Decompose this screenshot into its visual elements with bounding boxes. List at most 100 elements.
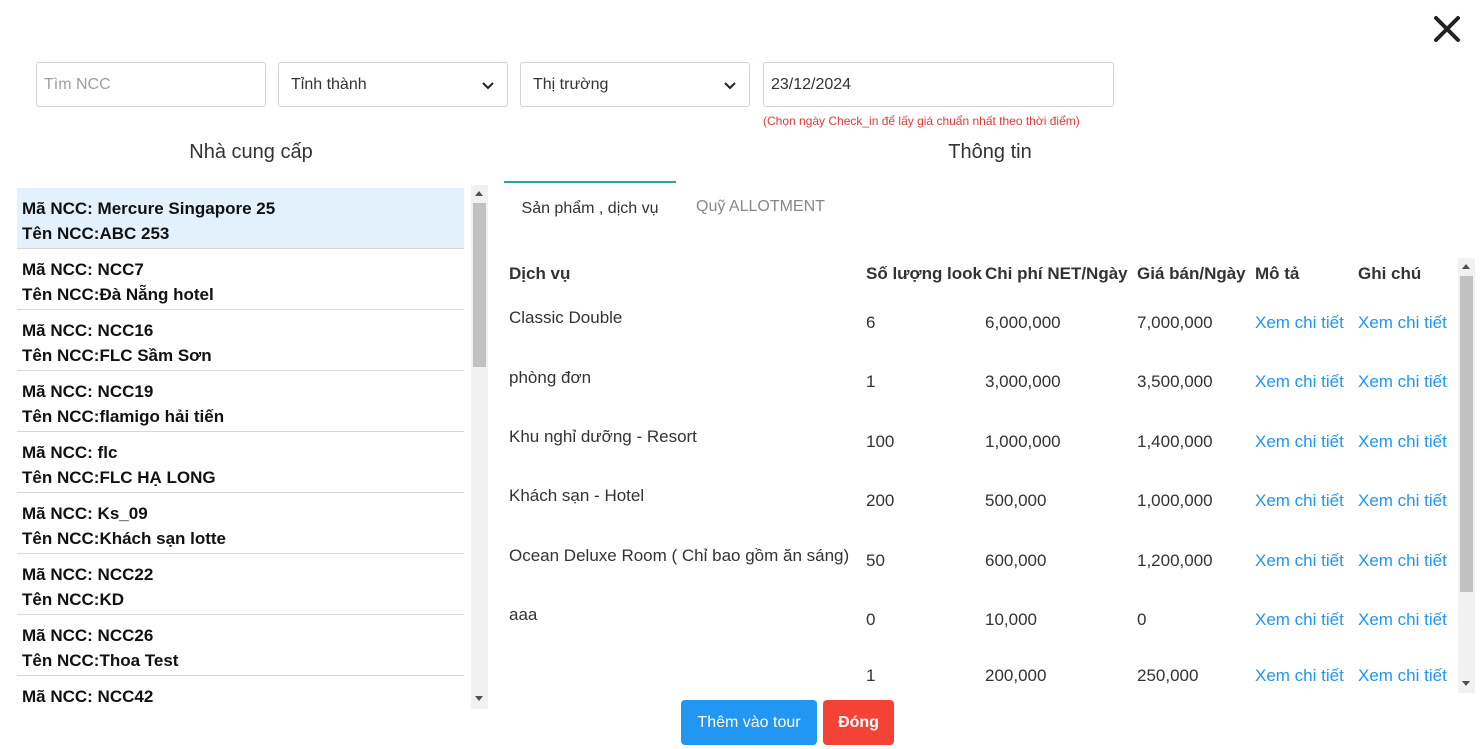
scroll-up-icon[interactable]: [475, 191, 483, 196]
cell-sell-price: 250,000: [1137, 666, 1199, 685]
view-description-link[interactable]: Xem chi tiết: [1255, 666, 1344, 686]
cell-service: Classic Double: [509, 308, 623, 327]
supplier-code: Mã NCC: NCC42: [22, 687, 154, 706]
cell-sell-price: 1,400,000: [1137, 432, 1213, 451]
cell-service: aaa: [509, 605, 538, 624]
view-note-link[interactable]: Xem chi tiết: [1358, 313, 1447, 333]
cell-service: Khu nghỉ dưỡng - Resort: [509, 427, 697, 446]
cell-sell-price: 3,500,000: [1137, 372, 1213, 391]
province-select-value: Tỉnh thành: [291, 75, 367, 93]
scroll-thumb[interactable]: [1460, 276, 1473, 592]
cell-net-cost: 3,000,000: [985, 372, 1061, 391]
date-hint: (Chọn ngày Check_in để lấy giá chuẩn nhấ…: [763, 114, 1080, 128]
view-description-link[interactable]: Xem chi tiết: [1255, 610, 1344, 630]
supplier-code: Mã NCC: NCC22: [22, 565, 154, 584]
cell-net-cost: 10,000: [985, 610, 1037, 629]
cell-net-cost: 200,000: [985, 666, 1047, 685]
close-icon[interactable]: [1428, 10, 1466, 48]
table-scrollbar[interactable]: [1458, 258, 1475, 693]
list-item[interactable]: Mã NCC: NCC22 Tên NCC:KD: [17, 554, 464, 615]
supplier-code: Mã NCC: flc: [22, 443, 118, 462]
cell-net-cost: 1,000,000: [985, 432, 1061, 451]
cell-sell-price: 0: [1137, 610, 1147, 629]
cell-service: phòng đơn: [509, 368, 592, 387]
scroll-thumb[interactable]: [473, 203, 486, 367]
tab-products-services[interactable]: Sản phẩm , dịch vụ: [504, 181, 676, 225]
list-item[interactable]: Mã NCC: NCC26 Tên NCC:Thoa Test: [17, 615, 464, 676]
supplier-name: Tên NCC:Khách sạn lotte: [22, 529, 227, 548]
cell-quantity: 1: [866, 666, 876, 685]
scroll-down-icon[interactable]: [1462, 681, 1470, 686]
list-item[interactable]: Mã NCC: NCC16 Tên NCC:FLC Sầm Sơn: [17, 310, 464, 371]
cell-net-cost: 500,000: [985, 491, 1047, 510]
supplier-code: Mã NCC: NCC16: [22, 321, 154, 340]
supplier-list-scrollbar[interactable]: [471, 185, 488, 709]
cell-quantity: 0: [866, 610, 876, 629]
cell-quantity: 200: [866, 491, 895, 510]
list-item[interactable]: Mã NCC: flc Tên NCC:FLC HẠ LONG: [17, 432, 464, 493]
view-note-link[interactable]: Xem chi tiết: [1358, 551, 1447, 571]
province-select[interactable]: Tỉnh thành: [278, 62, 508, 107]
cell-sell-price: 1,000,000: [1137, 491, 1213, 510]
list-item[interactable]: Mã NCC: NCC7 Tên NCC:Đà Nẵng hotel: [17, 249, 464, 310]
scroll-up-icon[interactable]: [1462, 264, 1470, 269]
cell-net-cost: 600,000: [985, 551, 1047, 570]
view-note-link[interactable]: Xem chi tiết: [1358, 610, 1447, 630]
col-header-service: Dịch vụ: [509, 264, 571, 283]
cell-service: Ocean Deluxe Room ( Chỉ bao gồm ăn sáng): [509, 546, 850, 565]
cell-net-cost: 6,000,000: [985, 313, 1061, 332]
tab-allotment[interactable]: Quỹ ALLOTMENT: [696, 181, 836, 225]
view-note-link[interactable]: Xem chi tiết: [1358, 432, 1447, 452]
list-item[interactable]: Mã NCC: Ks_09 Tên NCC:Khách sạn lotte: [17, 493, 464, 554]
supplier-name: Tên NCC:flamigo hải tiến: [22, 407, 225, 426]
chevron-down-icon: [482, 81, 494, 89]
supplier-name: Tên NCC:KD: [22, 590, 124, 609]
supplier-name: Tên NCC:Đà Nẵng hotel: [22, 285, 214, 304]
supplier-code: Mã NCC: NCC7: [22, 260, 144, 279]
view-description-link[interactable]: Xem chi tiết: [1255, 313, 1344, 333]
view-description-link[interactable]: Xem chi tiết: [1255, 372, 1344, 392]
market-select-value: Thị trường: [533, 75, 609, 93]
cell-quantity: 50: [866, 551, 885, 570]
supplier-name: Tên NCC:FLC Sầm Sơn: [22, 346, 212, 365]
cell-sell-price: 1,200,000: [1137, 551, 1213, 570]
col-header-note: Ghi chú: [1358, 264, 1422, 283]
search-input[interactable]: [37, 63, 265, 106]
supplier-name: Tên NCC:Thoa Test: [22, 651, 179, 670]
col-header-quantity: Số lượng look: [866, 264, 983, 283]
view-description-link[interactable]: Xem chi tiết: [1255, 491, 1344, 511]
date-input[interactable]: [764, 63, 1113, 106]
supplier-code: Mã NCC: NCC26: [22, 626, 154, 645]
chevron-down-icon: [724, 81, 736, 89]
cell-quantity: 100: [866, 432, 895, 451]
close-button[interactable]: Đóng: [823, 700, 894, 745]
view-description-link[interactable]: Xem chi tiết: [1255, 551, 1344, 571]
cell-sell-price: 7,000,000: [1137, 313, 1213, 332]
search-supplier-field[interactable]: [36, 62, 266, 107]
view-note-link[interactable]: Xem chi tiết: [1358, 372, 1447, 392]
info-title: Thông tin: [948, 141, 1032, 163]
market-select[interactable]: Thị trường: [520, 62, 750, 107]
cell-service: Khách sạn - Hotel: [509, 486, 645, 505]
add-to-tour-button[interactable]: Thêm vào tour: [681, 700, 817, 745]
suppliers-title: Nhà cung cấp: [189, 141, 313, 163]
supplier-code: Mã NCC: NCC19: [22, 382, 154, 401]
view-note-link[interactable]: Xem chi tiết: [1358, 491, 1447, 511]
list-item[interactable]: Mã NCC: NCC19 Tên NCC:flamigo hải tiến: [17, 371, 464, 432]
supplier-code: Mã NCC: Ks_09: [22, 504, 148, 523]
cell-quantity: 1: [866, 372, 876, 391]
col-header-description: Mô tả: [1255, 264, 1300, 283]
supplier-code: Mã NCC: Mercure Singapore 25: [22, 199, 276, 218]
view-description-link[interactable]: Xem chi tiết: [1255, 432, 1344, 452]
list-item[interactable]: Mã NCC: NCC42: [17, 676, 464, 709]
scroll-down-icon[interactable]: [475, 696, 483, 701]
view-note-link[interactable]: Xem chi tiết: [1358, 666, 1447, 686]
supplier-name: Tên NCC:FLC HẠ LONG: [22, 468, 216, 487]
supplier-name: Tên NCC:ABC 253: [22, 224, 170, 243]
cell-quantity: 6: [866, 313, 876, 332]
col-header-sell-price: Giá bán/Ngày: [1137, 264, 1246, 283]
col-header-net-cost: Chi phí NET/Ngày: [985, 264, 1128, 283]
list-item[interactable]: Mã NCC: Mercure Singapore 25 Tên NCC:ABC…: [17, 188, 464, 249]
supplier-list[interactable]: Mã NCC: Mercure Singapore 25 Tên NCC:ABC…: [17, 185, 491, 709]
checkin-date-field[interactable]: [763, 62, 1114, 107]
